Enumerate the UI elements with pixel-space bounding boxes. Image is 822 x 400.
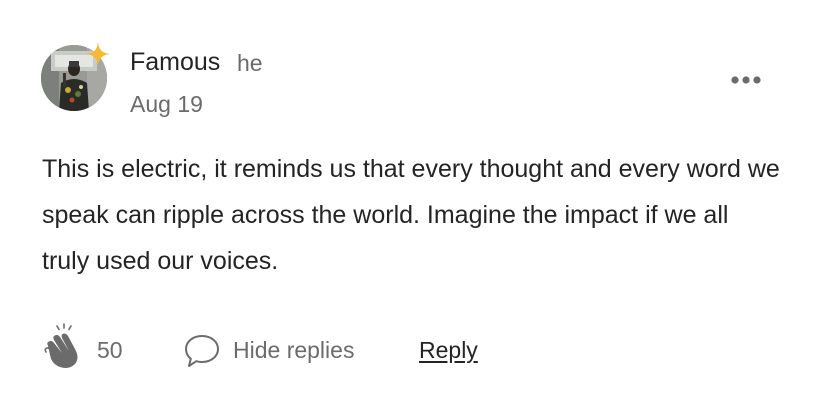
more-options-button[interactable] (724, 66, 768, 94)
clap-count: 50 (97, 337, 123, 363)
author-pronoun: he (237, 50, 263, 76)
reply-button[interactable]: Reply (419, 335, 478, 365)
clap-button[interactable] (42, 322, 82, 372)
author-name[interactable]: Famous (130, 46, 220, 78)
author-avatar-link[interactable] (41, 42, 110, 111)
hide-replies-button[interactable]: Hide replies (183, 331, 383, 371)
hide-replies-label: Hide replies (233, 337, 355, 363)
sparkle-star-icon (86, 42, 110, 66)
comment-actions: 50 Hide replies Reply (0, 322, 822, 382)
clap-hands-icon (44, 323, 78, 368)
more-options-icon (731, 76, 761, 84)
speech-bubble-icon (185, 335, 219, 367)
comment-date: Aug 19 (130, 91, 203, 117)
comment-card: Famous he Aug 19 This is electric, it re… (0, 0, 822, 400)
comment-body: This is electric, it reminds us that eve… (42, 155, 780, 275)
